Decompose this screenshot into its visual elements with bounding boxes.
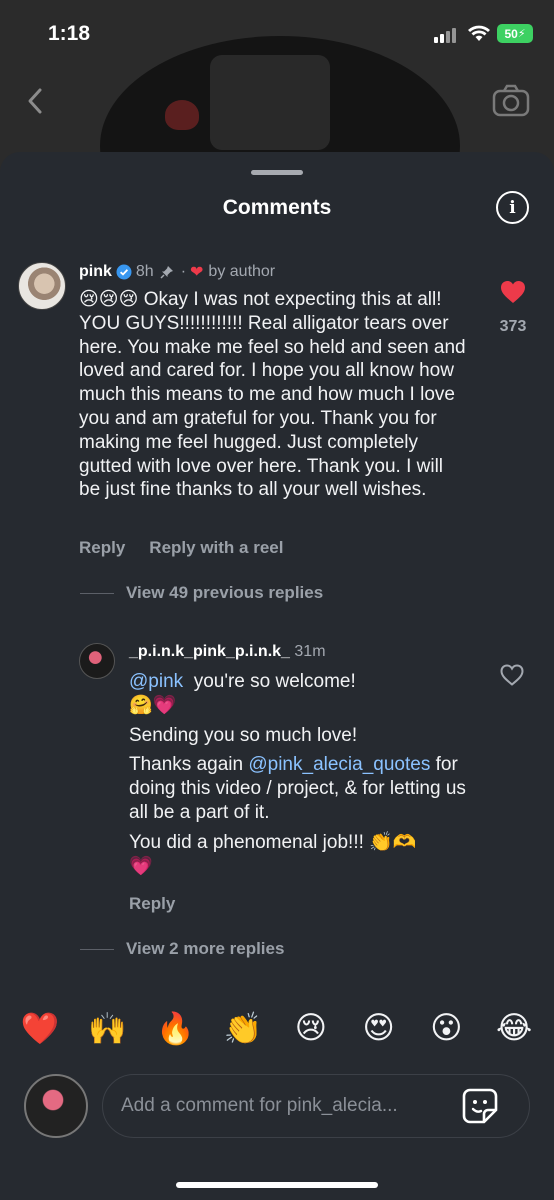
comment-header: pink 8h · ❤ by author [79, 262, 275, 282]
reply-line-2: Sending you so much love! [129, 724, 358, 746]
battery-icon: 50 ⚡ [497, 24, 533, 43]
comment-emojis: 😢😢😢 [79, 289, 139, 310]
emoji-clap-button[interactable]: 👏 [219, 1010, 267, 1047]
view-previous-replies-label: View 49 previous replies [126, 583, 324, 602]
info-icon[interactable]: i [496, 191, 529, 224]
mention-link[interactable]: @pink_alecia_quotes [248, 754, 430, 775]
view-more-replies-button[interactable]: View 2 more replies [80, 939, 284, 959]
emoji-raised-hands-button[interactable]: 🙌 [84, 1010, 132, 1047]
video-shirt-graphic [210, 55, 330, 150]
reply-text: @pink you're so welcome! 🤗💗 Sending you … [129, 670, 479, 878]
camera-icon[interactable] [492, 84, 530, 118]
heart-icon[interactable] [500, 280, 526, 304]
emoji-sad-button[interactable]: 😢 [287, 1010, 335, 1047]
view-more-replies-label: View 2 more replies [126, 939, 285, 958]
wifi-icon [468, 25, 490, 41]
comment-username[interactable]: pink [79, 263, 112, 281]
heart-outline-icon[interactable] [500, 664, 524, 686]
verified-badge-icon [116, 264, 132, 280]
comment-input-placeholder: Add a comment for pink_alecia... [121, 1095, 398, 1116]
divider [80, 948, 114, 950]
signal-icon [434, 28, 456, 43]
status-time: 1:18 [48, 22, 91, 45]
comment-text: 😢😢😢 Okay I was not expecting this at all… [79, 288, 469, 502]
home-indicator[interactable] [176, 1182, 378, 1188]
comment-actions: Reply Reply with a reel [79, 538, 283, 558]
composer-avatar [24, 1074, 88, 1138]
comment-age: 8h [135, 263, 154, 280]
status-bar: 1:18 50 ⚡ [0, 0, 554, 68]
sheet-title: Comments [222, 196, 332, 219]
reply-button[interactable]: Reply [129, 894, 175, 914]
reply-username[interactable]: _p.i.n.k_pink_p.i.n.k_ [129, 643, 290, 660]
view-previous-replies-button[interactable]: View 49 previous replies [80, 583, 323, 603]
reply-header: _p.i.n.k_pink_p.i.n.k_ 31m [129, 643, 326, 661]
sheet-drag-handle[interactable] [251, 170, 303, 175]
comments-sheet: Comments i pink 8h · ❤ by author 😢😢😢 Oka… [0, 152, 554, 1200]
emoji-fire-button[interactable]: 🔥 [151, 1010, 199, 1047]
emoji-heart-button[interactable]: ❤️ [16, 1010, 64, 1047]
reply-line-3-start: Thanks again [129, 754, 244, 776]
battery-level: 50 [504, 26, 518, 41]
divider [80, 592, 114, 594]
separator-dot: · [180, 263, 187, 280]
emoji-heart-eyes-button[interactable]: 😍 [355, 1010, 403, 1047]
reply-line-1: you're so welcome! [193, 671, 356, 692]
reply-emojis: 🤗💗 [129, 694, 177, 716]
quick-emoji-bar: ❤️ 🙌 🔥 👏 😢 😍 😮 😂 [0, 1010, 554, 1047]
reply-with-reel-button[interactable]: Reply with a reel [149, 538, 283, 558]
mention-link[interactable]: @pink [129, 671, 183, 692]
reply-line-4: You did a phenomenal job!!! 👏🫶 [129, 831, 417, 853]
emoji-laughing-button[interactable]: 😂 [490, 1010, 538, 1047]
reply-line-4-emoji: 💗 [129, 855, 153, 877]
avatar[interactable] [18, 262, 66, 310]
emoji-surprised-button[interactable]: 😮 [422, 1010, 470, 1047]
video-heart-graphic [165, 100, 199, 130]
sticker-icon[interactable] [462, 1088, 498, 1124]
reply-avatar[interactable] [79, 643, 115, 679]
comment-body: Okay I was not expecting this at all! YO… [79, 289, 466, 501]
reply-actions: Reply [129, 894, 175, 914]
reply-age: 31m [294, 643, 326, 660]
liked-by-author: by author [208, 263, 276, 280]
reply-button[interactable]: Reply [79, 538, 125, 558]
pin-icon [160, 266, 173, 279]
like-count: 373 [499, 318, 527, 335]
chevron-left-icon[interactable] [22, 84, 50, 118]
author-heart-icon: ❤ [190, 264, 204, 281]
